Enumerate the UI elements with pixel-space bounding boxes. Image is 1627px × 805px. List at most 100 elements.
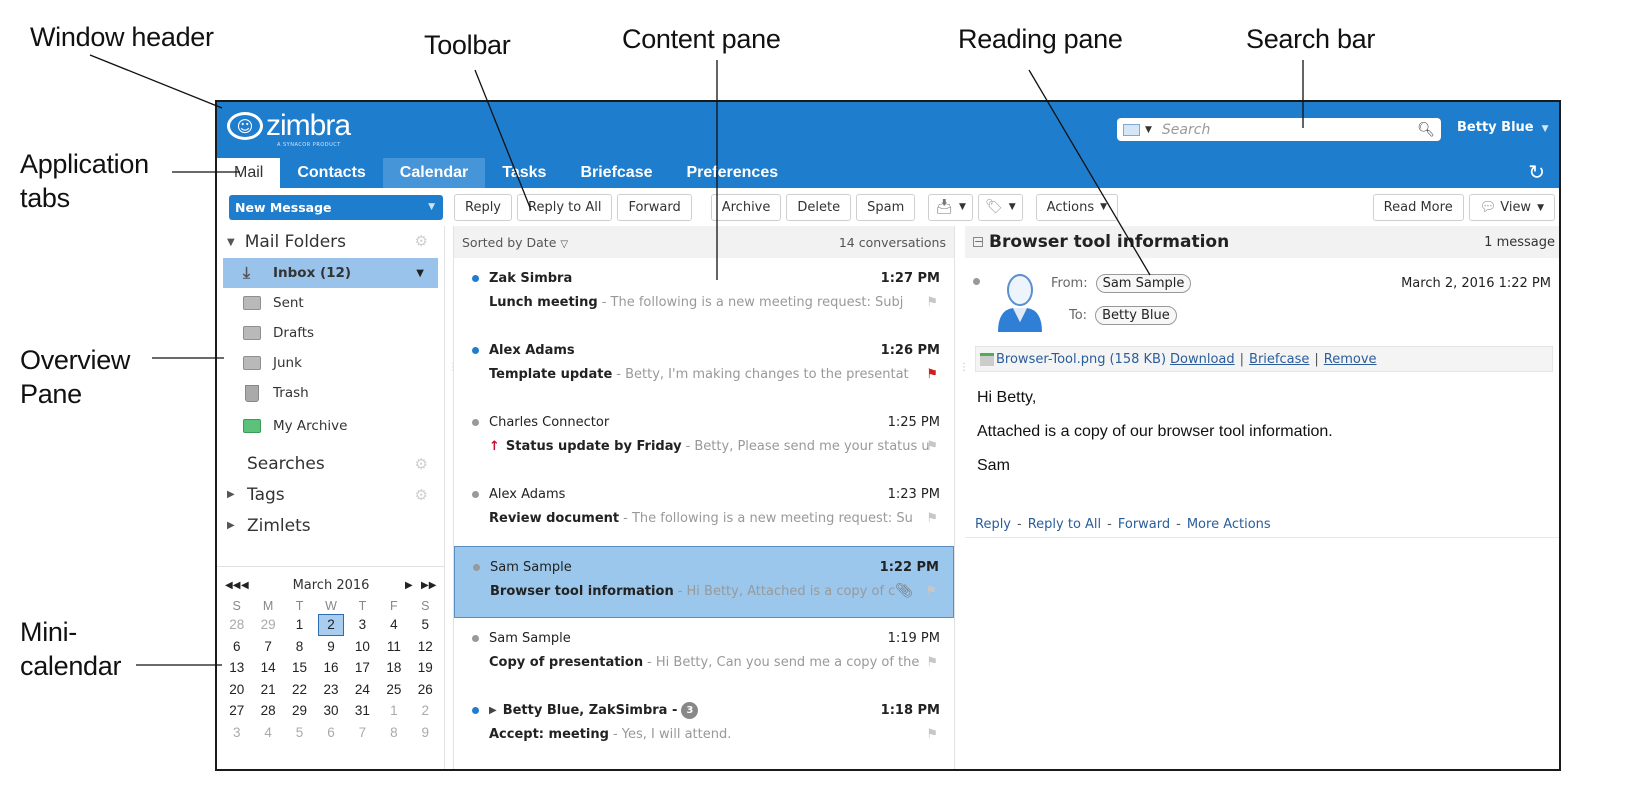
read-dot[interactable] xyxy=(472,634,479,642)
expand-triangle-icon[interactable]: ▶ xyxy=(227,489,237,500)
search-icon[interactable]: 🔍︎ xyxy=(1417,122,1435,138)
calendar-day[interactable]: 27 xyxy=(221,700,252,722)
next-month-icon[interactable]: ▶ xyxy=(405,580,421,591)
calendar-day[interactable]: 18 xyxy=(378,657,409,679)
read-dot[interactable] xyxy=(472,418,479,426)
archive-button[interactable]: Archive xyxy=(710,193,782,221)
calendar-day[interactable]: 6 xyxy=(221,636,252,658)
calendar-day[interactable]: 25 xyxy=(378,679,409,701)
sort-by-date[interactable]: Sorted by Date ▽ xyxy=(462,235,568,250)
calendar-day[interactable]: 7 xyxy=(347,722,378,744)
calendar-day[interactable]: 5 xyxy=(284,722,315,744)
delete-button[interactable]: Delete xyxy=(786,193,852,221)
calendar-day[interactable]: 16 xyxy=(315,657,346,679)
calendar-day[interactable]: 17 xyxy=(347,657,378,679)
tab-calendar[interactable]: Calendar xyxy=(382,158,486,188)
expand-triangle-icon[interactable]: ▶ xyxy=(227,520,237,531)
new-message-button[interactable]: New Message ▼ xyxy=(229,194,443,220)
reply-all-button[interactable]: Reply to All xyxy=(517,193,613,221)
search-type-dropdown-icon[interactable]: ▼ xyxy=(1145,125,1152,135)
gear-icon[interactable]: ⚙ xyxy=(415,486,428,504)
message-row[interactable]: Zak Simbra 1:27 PM Lunch meeting - The foll… xyxy=(454,258,954,330)
calendar-day[interactable]: 21 xyxy=(252,679,283,701)
forward-link[interactable]: Forward xyxy=(1118,517,1170,532)
flag-icon[interactable]: ⚑ xyxy=(925,584,937,599)
view-button[interactable]: 💬︎ View ▼ xyxy=(1468,194,1555,221)
tab-briefcase[interactable]: Briefcase xyxy=(563,158,669,188)
calendar-day[interactable]: 2 xyxy=(410,700,441,722)
calendar-day[interactable]: 8 xyxy=(284,636,315,658)
flag-icon[interactable]: ⚑ xyxy=(926,295,938,310)
flag-icon[interactable]: ⚑ xyxy=(926,367,938,382)
flag-icon[interactable]: ⚑ xyxy=(926,727,938,742)
calendar-day[interactable]: 23 xyxy=(315,679,346,701)
read-dot[interactable] xyxy=(473,563,480,571)
move-button[interactable]: 📥︎ ▼ xyxy=(928,193,973,221)
folder-trash[interactable]: Trash xyxy=(217,378,444,408)
flag-icon[interactable]: ⚑ xyxy=(926,511,938,526)
calendar-day[interactable]: 14 xyxy=(252,657,283,679)
folder-junk[interactable]: Junk xyxy=(217,348,444,378)
spam-button[interactable]: Spam xyxy=(856,193,916,221)
calendar-day[interactable]: 22 xyxy=(284,679,315,701)
calendar-day[interactable]: 9 xyxy=(315,636,346,658)
actions-button[interactable]: Actions ▼ xyxy=(1035,193,1119,221)
calendar-day[interactable]: 28 xyxy=(252,700,283,722)
chevron-down-icon[interactable]: ▼ xyxy=(428,202,435,212)
previous-month-icon[interactable]: ◀ xyxy=(241,580,257,591)
message-row[interactable]: Sam Sample 1:22 PM Browser tool informatio… xyxy=(454,546,954,618)
previous-year-icon[interactable]: ◀◀ xyxy=(225,580,241,591)
calendar-day[interactable]: 20 xyxy=(221,679,252,701)
calendar-day[interactable]: 31 xyxy=(347,700,378,722)
collapse-icon[interactable]: − xyxy=(973,236,983,247)
sender-bubble[interactable]: Sam Sample xyxy=(1095,274,1192,293)
calendar-day[interactable]: 11 xyxy=(378,636,409,658)
forward-button[interactable]: Forward xyxy=(617,193,692,221)
calendar-day[interactable]: 3 xyxy=(221,722,252,744)
message-row[interactable]: Alex Adams 1:26 PM Template update - Betty,… xyxy=(454,330,954,402)
tab-mail[interactable]: Mail xyxy=(217,158,281,188)
calendar-day[interactable]: 1 xyxy=(284,614,315,636)
tab-preferences[interactable]: Preferences xyxy=(670,158,796,188)
folder-sent[interactable]: Sent xyxy=(217,288,444,318)
gear-icon[interactable]: ⚙ xyxy=(415,455,428,473)
tab-contacts[interactable]: Contacts xyxy=(280,158,382,188)
calendar-day[interactable]: 9 xyxy=(410,722,441,744)
expand-thread-icon[interactable]: ▶ xyxy=(489,705,497,716)
tag-button[interactable]: 🏷︎ ▼ xyxy=(977,193,1023,221)
unread-dot[interactable] xyxy=(472,274,479,282)
read-status-dot[interactable] xyxy=(973,278,980,285)
calendar-day[interactable]: 3 xyxy=(347,614,378,636)
calendar-day[interactable]: 26 xyxy=(410,679,441,701)
calendar-day[interactable]: 1 xyxy=(378,700,409,722)
remove-link[interactable]: Remove xyxy=(1324,352,1377,367)
search-input[interactable] xyxy=(1159,120,1418,139)
calendar-day[interactable]: 4 xyxy=(378,614,409,636)
reply-button[interactable]: Reply xyxy=(454,193,513,221)
calendar-day[interactable]: 24 xyxy=(347,679,378,701)
reply-all-link[interactable]: Reply to All xyxy=(1028,517,1101,532)
calendar-day[interactable]: 6 xyxy=(315,722,346,744)
calendar-day[interactable]: 15 xyxy=(284,657,315,679)
flag-icon[interactable]: ⚑ xyxy=(926,655,938,670)
calendar-day[interactable]: 10 xyxy=(347,636,378,658)
tags-section[interactable]: ▶ Tags ⚙ xyxy=(217,479,444,510)
recipient-bubble[interactable]: Betty Blue xyxy=(1095,306,1177,325)
flag-icon[interactable]: ⚑ xyxy=(926,439,938,454)
calendar-day[interactable]: 30 xyxy=(315,700,346,722)
message-row[interactable]: ▶ Betty Blue, ZakSimbra -3 1:18 PM Accept: … xyxy=(454,690,954,762)
calendar-day[interactable]: 7 xyxy=(252,636,283,658)
calendar-day[interactable]: 4 xyxy=(252,722,283,744)
folder-my-archive[interactable]: My Archive xyxy=(217,408,444,444)
chevron-down-icon[interactable]: ▼ xyxy=(416,268,424,279)
tab-tasks[interactable]: Tasks xyxy=(485,158,563,188)
next-year-icon[interactable]: ▶▶ xyxy=(421,580,437,591)
folder-inbox[interactable]: ⤓ Inbox (12) ▼ xyxy=(223,258,438,288)
read-more-button[interactable]: Read More xyxy=(1372,194,1464,221)
mail-folders-header[interactable]: ▼ Mail Folders ⚙ xyxy=(217,226,444,258)
download-link[interactable]: Download xyxy=(1170,352,1235,367)
gear-icon[interactable]: ⚙ xyxy=(415,232,428,250)
calendar-day[interactable]: 29 xyxy=(284,700,315,722)
message-row[interactable]: Charles Connector 1:25 PM ↑ Status update b… xyxy=(454,402,954,474)
calendar-day[interactable]: 19 xyxy=(410,657,441,679)
